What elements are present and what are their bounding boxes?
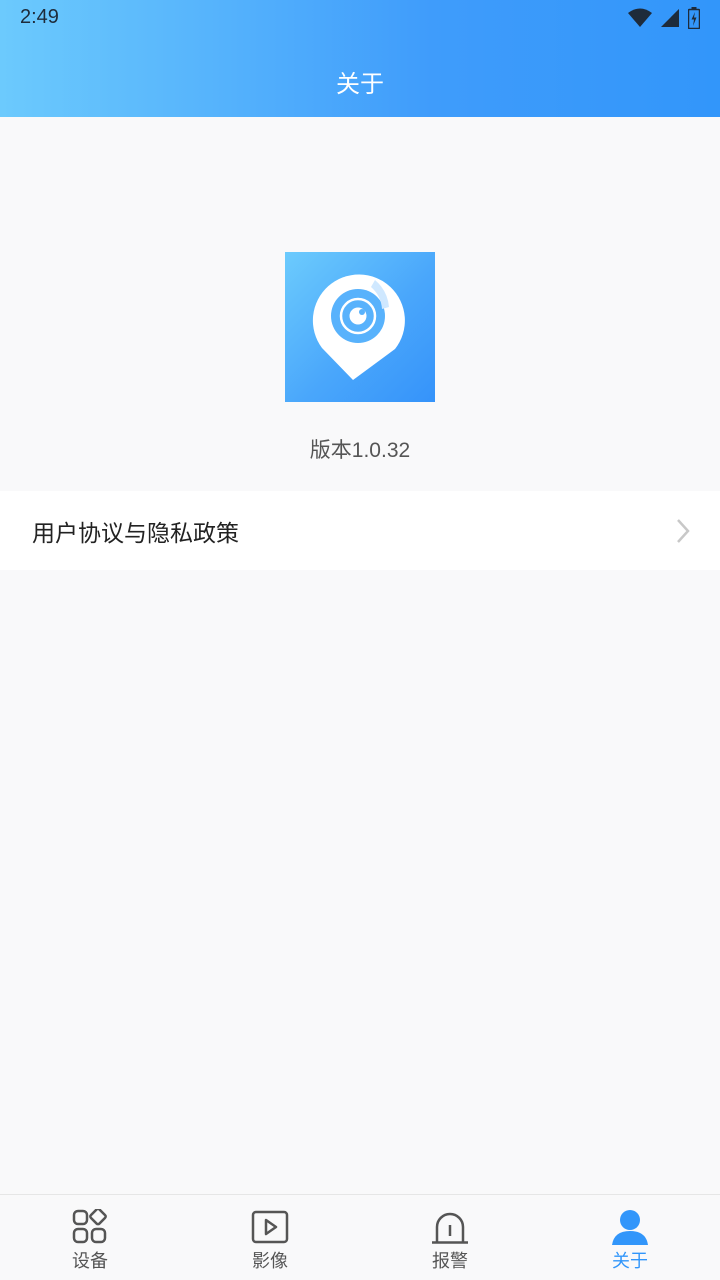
tab-about-label: 关于 bbox=[612, 1251, 648, 1272]
tab-media-label: 影像 bbox=[252, 1251, 288, 1272]
cell-signal-icon bbox=[661, 9, 679, 27]
tab-alarm[interactable]: 报警 bbox=[360, 1195, 540, 1280]
grid-icon bbox=[70, 1209, 110, 1245]
bottom-tab-bar: 设备 影像 报警 关于 bbox=[0, 1194, 720, 1280]
wifi-icon bbox=[628, 8, 652, 27]
version-text: 版本1.0.32 bbox=[309, 439, 411, 462]
user-agreement-privacy-label: 用户协议与隐私政策 bbox=[32, 520, 239, 547]
app-logo bbox=[285, 252, 435, 402]
play-icon bbox=[250, 1209, 290, 1245]
battery-icon bbox=[688, 7, 700, 29]
page-title: 关于 bbox=[336, 70, 384, 98]
header-bar: 2:49 关于 bbox=[0, 0, 720, 117]
tab-alarm-label: 报警 bbox=[432, 1251, 468, 1272]
tab-about[interactable]: 关于 bbox=[540, 1195, 720, 1280]
chevron-right-icon bbox=[677, 519, 690, 543]
tab-devices-label: 设备 bbox=[72, 1251, 108, 1272]
app-logo-icon bbox=[312, 274, 405, 380]
status-time: 2:49 bbox=[20, 6, 59, 28]
alarm-icon bbox=[430, 1209, 470, 1245]
tab-media[interactable]: 影像 bbox=[180, 1195, 360, 1280]
tab-devices[interactable]: 设备 bbox=[0, 1195, 180, 1280]
user-icon bbox=[610, 1209, 650, 1245]
status-icons bbox=[628, 7, 700, 29]
user-agreement-privacy-row[interactable]: 用户协议与隐私政策 bbox=[0, 491, 720, 570]
status-bar: 2:49 bbox=[0, 0, 720, 38]
